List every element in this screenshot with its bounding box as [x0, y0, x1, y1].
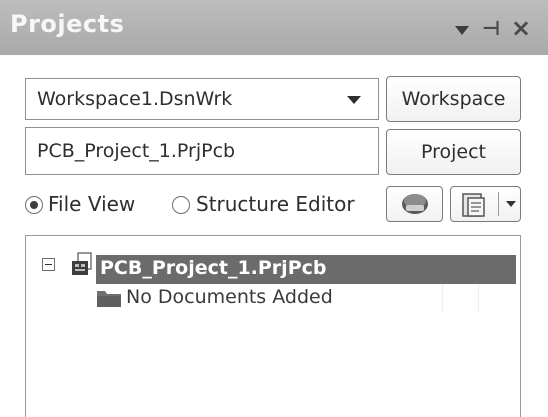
pin-icon[interactable]: ⊣ — [482, 18, 500, 38]
project-tree[interactable]: PCB_Project_1.PrjPcb No Documents Added — [25, 235, 521, 417]
file-view-radio[interactable] — [25, 196, 43, 214]
file-view-label[interactable]: File View — [48, 192, 135, 216]
tree-item-no-documents[interactable]: No Documents Added — [96, 284, 516, 312]
structure-editor-radio[interactable] — [172, 196, 190, 214]
workspace-combo-value: Workspace1.DsnWrk — [37, 88, 233, 110]
panel-title-bar[interactable]: Projects ⊣ × — [0, 0, 548, 55]
workspace-button[interactable]: Workspace — [386, 76, 521, 122]
collapse-icon[interactable] — [42, 258, 55, 271]
pcb-project-icon — [72, 252, 92, 275]
close-icon[interactable]: × — [511, 16, 531, 40]
dropdown-arrow-icon[interactable] — [506, 201, 516, 207]
project-settings-icon — [402, 194, 428, 214]
radio-selected-dot — [30, 201, 38, 209]
workspace-combo[interactable]: Workspace1.DsnWrk — [25, 78, 379, 120]
tree-item-project-label: PCB_Project_1.PrjPcb — [100, 257, 327, 279]
project-field-value: PCB_Project_1.PrjPcb — [37, 140, 236, 162]
grid-line — [478, 284, 479, 312]
folder-icon — [97, 291, 121, 307]
project-field[interactable]: PCB_Project_1.PrjPcb — [25, 127, 379, 175]
chevron-down-icon[interactable] — [347, 96, 361, 104]
tree-item-project[interactable]: PCB_Project_1.PrjPcb — [96, 255, 516, 284]
tree-item-no-documents-label: No Documents Added — [126, 286, 333, 308]
project-button[interactable]: Project — [386, 129, 521, 175]
split-divider — [498, 192, 499, 216]
project-settings-button[interactable] — [386, 186, 443, 222]
structure-editor-label[interactable]: Structure Editor — [196, 192, 355, 216]
document-options-button[interactable] — [450, 186, 521, 222]
panel-title: Projects — [10, 10, 125, 38]
grid-line — [442, 284, 443, 312]
menu-arrow-icon[interactable] — [455, 26, 469, 35]
document-options-icon — [462, 193, 485, 217]
projects-panel: Projects ⊣ × Workspace1.DsnWrk Workspace… — [0, 0, 548, 417]
